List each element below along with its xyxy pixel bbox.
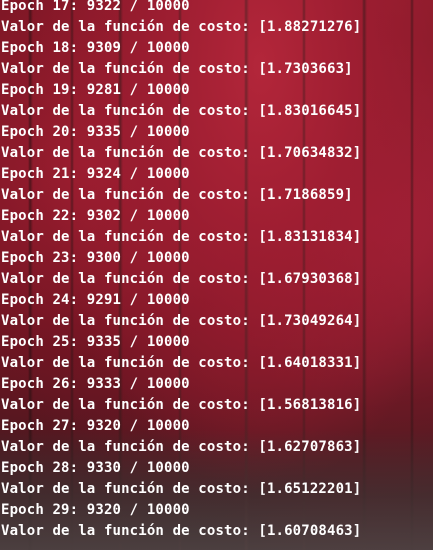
terminal-line: Epoch 22: 9302 / 10000 [1, 208, 190, 224]
terminal-line: Epoch 25: 9335 / 10000 [1, 334, 190, 350]
terminal-line: Valor de la función de costo: [1.6793036… [1, 271, 362, 287]
terminal-line: Epoch 17: 9322 / 10000 [1, 0, 190, 14]
terminal-line: Epoch 21: 9324 / 10000 [1, 166, 190, 182]
terminal-line: Valor de la función de costo: [1.8301664… [1, 103, 362, 119]
terminal-line: Epoch 27: 9320 / 10000 [1, 418, 190, 434]
terminal-line: Valor de la función de costo: [1.6070846… [1, 523, 362, 539]
terminal-line: Epoch 28: 9330 / 10000 [1, 460, 190, 476]
terminal-line: Epoch 19: 9281 / 10000 [1, 82, 190, 98]
terminal-line: Valor de la función de costo: [1.6512220… [1, 481, 362, 497]
terminal-line: Epoch 26: 9333 / 10000 [1, 376, 190, 392]
terminal-line: Epoch 29: 9320 / 10000 [1, 502, 190, 518]
terminal-line: Valor de la función de costo: [1.6401833… [1, 355, 362, 371]
terminal-line: Valor de la función de costo: [1.6270786… [1, 439, 362, 455]
terminal-line: Valor de la función de costo: [1.7303663… [1, 61, 353, 77]
terminal-line: Epoch 20: 9335 / 10000 [1, 124, 190, 140]
terminal-line: Valor de la función de costo: [1.7186859… [1, 187, 353, 203]
terminal-line: Valor de la función de costo: [1.7304926… [1, 313, 362, 329]
terminal-line: Valor de la función de costo: [1.8827127… [1, 19, 362, 35]
terminal-line: Valor de la función de costo: [1.5681381… [1, 397, 362, 413]
terminal-line: Epoch 23: 9300 / 10000 [1, 250, 190, 266]
terminal-output[interactable]: Epoch 17: 9322 / 10000 Valor de la funci… [0, 0, 433, 550]
terminal-line: Valor de la función de costo: [1.8313183… [1, 229, 362, 245]
terminal-line: Epoch 24: 9291 / 10000 [1, 292, 190, 308]
terminal-line: Epoch 18: 9309 / 10000 [1, 40, 190, 56]
terminal-line: Valor de la función de costo: [1.7063483… [1, 145, 362, 161]
